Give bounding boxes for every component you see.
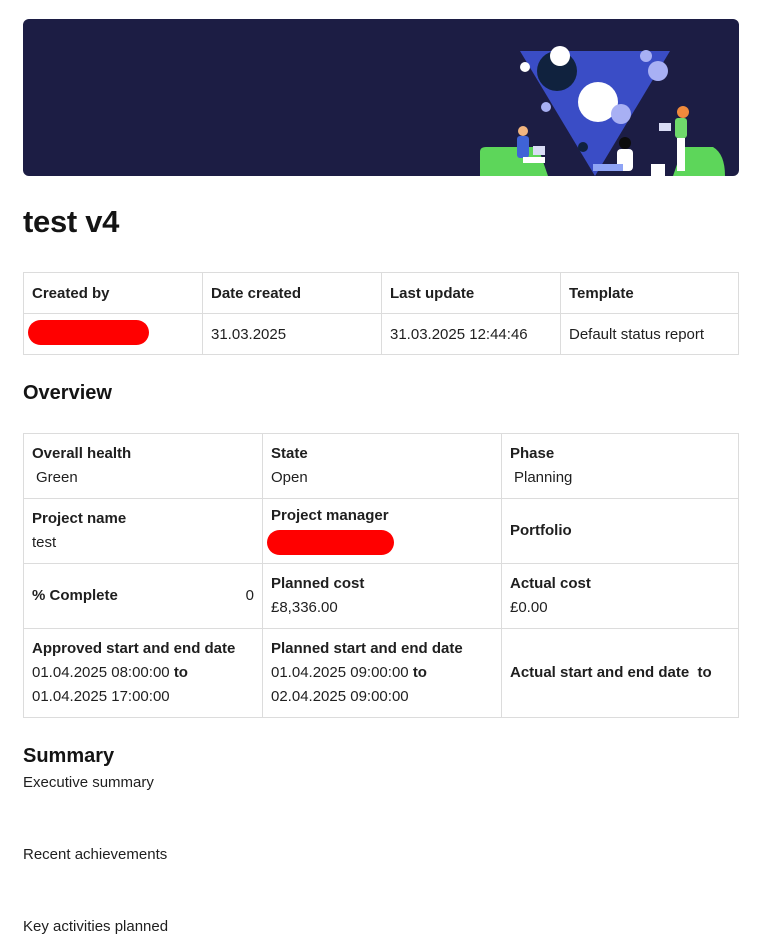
banner-illustration — [480, 46, 725, 176]
portfolio-label: Portfolio — [510, 522, 572, 539]
to-word: to — [173, 664, 188, 681]
overall-health-cell: Overall health Green — [23, 433, 263, 499]
last-update-cell: 31.03.2025 12:44:46 — [381, 313, 561, 355]
actual-cost-label: Actual cost — [510, 575, 591, 592]
actual-dates-cell: Actual start and end date to — [501, 628, 739, 718]
actual-cost-value: £0.00 — [510, 599, 548, 616]
project-name-label: Project name — [32, 510, 127, 527]
project-manager-cell: Project manager — [262, 498, 502, 564]
approved-end-value: 01.04.2025 17:00:00 — [32, 688, 170, 705]
to-word: to — [697, 664, 712, 681]
created-by-cell — [23, 313, 203, 355]
state-value: Open — [271, 469, 308, 486]
key-activities-label: Key activities planned — [23, 918, 169, 935]
approved-dates-cell: Approved start and end date 01.04.2025 0… — [23, 628, 263, 718]
portfolio-cell: Portfolio — [501, 498, 739, 564]
state-cell: State Open — [262, 433, 502, 499]
planned-start-value: 01.04.2025 09:00:00 — [271, 664, 409, 681]
redacted-name — [28, 319, 149, 345]
approved-start-value: 01.04.2025 08:00:00 — [32, 664, 170, 681]
planned-cost-value: £8,336.00 — [271, 599, 338, 616]
to-word: to — [412, 664, 427, 681]
date-created-cell: 31.03.2025 — [202, 313, 382, 355]
actual-dates-label: Actual start and end date — [510, 664, 690, 681]
planned-cost-label: Planned cost — [271, 575, 365, 592]
overall-health-label: Overall health — [32, 445, 132, 462]
state-label: State — [271, 445, 308, 462]
planned-dates-start-line: 01.04.2025 09:00:00 to — [271, 661, 493, 685]
overview-heading: Overview — [23, 382, 112, 404]
project-name-cell: Project name test — [23, 498, 263, 564]
created-by-header: Created by — [23, 272, 203, 314]
approved-dates-start-line: 01.04.2025 08:00:00 to — [32, 661, 254, 685]
report-meta-table: Created by Date created Last update Temp… — [23, 272, 739, 355]
page-title: test v4 — [23, 204, 120, 239]
template-cell: Default status report — [560, 313, 739, 355]
executive-summary-label: Executive summary — [23, 774, 154, 791]
planned-dates-label: Planned start and end date — [271, 640, 463, 657]
redacted-name — [267, 529, 394, 555]
approved-dates-label: Approved start and end date — [32, 640, 236, 657]
table-row: 31.03.2025 31.03.2025 12:44:46 Default s… — [23, 313, 739, 355]
table-row: Overall health Green State Open Phase Pl… — [23, 433, 739, 499]
actual-cost-cell: Actual cost £0.00 — [501, 563, 739, 629]
table-row: % Complete 0 Planned cost £8,336.00 Actu… — [23, 563, 739, 629]
table-header-row: Created by Date created Last update Temp… — [23, 272, 739, 314]
last-update-header: Last update — [381, 272, 561, 314]
planned-dates-cell: Planned start and end date 01.04.2025 09… — [262, 628, 502, 718]
project-manager-label: Project manager — [271, 506, 389, 524]
complete-cell: % Complete 0 — [23, 563, 263, 629]
summary-heading: Summary — [23, 745, 115, 767]
overall-health-value: Green — [36, 469, 78, 486]
overview-table: Overall health Green State Open Phase Pl… — [23, 433, 739, 718]
complete-label: % Complete — [32, 587, 118, 604]
planned-end-value: 02.04.2025 09:00:00 — [271, 688, 409, 705]
header-banner — [23, 19, 739, 176]
phase-cell: Phase Planning — [501, 433, 739, 499]
complete-value: 0 — [245, 587, 254, 604]
table-row: Project name test Project manager Portfo… — [23, 498, 739, 564]
date-created-header: Date created — [202, 272, 382, 314]
project-name-value: test — [32, 534, 57, 551]
template-header: Template — [560, 272, 739, 314]
table-row: Approved start and end date 01.04.2025 0… — [23, 628, 739, 718]
phase-label: Phase — [510, 445, 555, 462]
phase-value: Planning — [514, 469, 573, 486]
recent-achievements-label: Recent achievements — [23, 846, 168, 863]
actual-dates-line: Actual start and end date to — [510, 661, 730, 685]
planned-cost-cell: Planned cost £8,336.00 — [262, 563, 502, 629]
